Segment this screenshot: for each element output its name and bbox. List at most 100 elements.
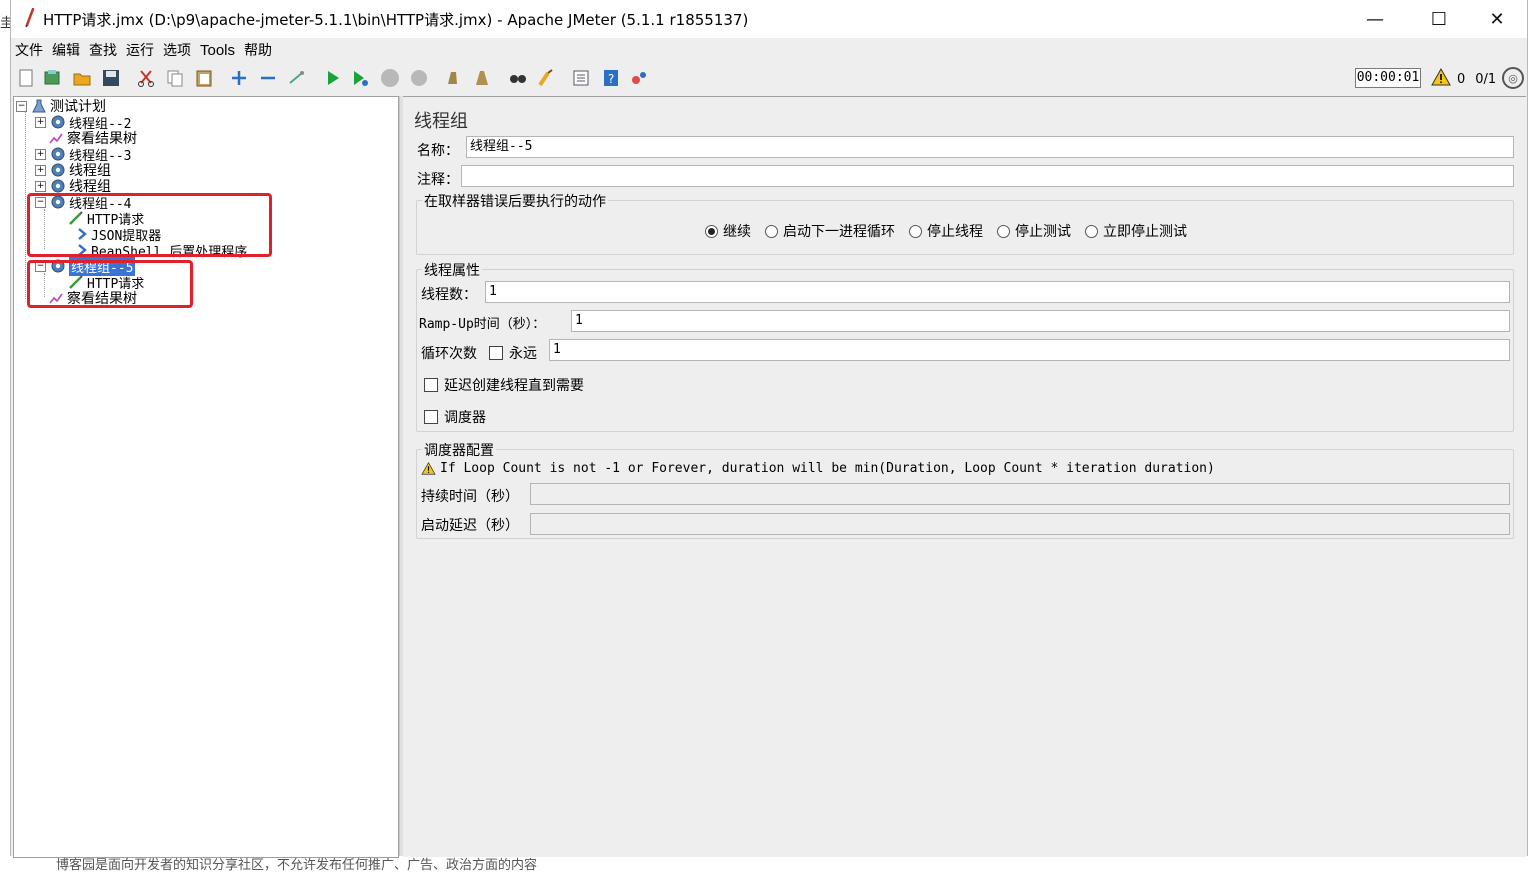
error-action-radios: 继续 启动下一进程循环 停止线程 停止测试 立即停止测试: [705, 221, 1201, 241]
delay-thread-creation-checkbox[interactable]: 延迟创建线程直到需要: [424, 375, 584, 395]
menu-file[interactable]: 文件: [11, 40, 47, 60]
copy-icon[interactable]: [164, 67, 186, 89]
status-area: 0 0/1: [1431, 67, 1497, 90]
minimize-button[interactable]: —: [1346, 0, 1404, 38]
radio-label: 停止线程: [927, 224, 983, 240]
radio-continue[interactable]: 继续: [705, 221, 751, 241]
radio-icon: [909, 224, 922, 238]
open-icon[interactable]: [71, 67, 93, 89]
menu-options[interactable]: 选项: [159, 40, 195, 60]
radio-label: 继续: [723, 224, 751, 240]
menu-bar: 文件 编辑 查找 运行 选项 Tools 帮助: [11, 38, 1527, 62]
threads-label: 线程数：: [421, 287, 477, 303]
window-title: HTTP请求.jmx (D:\p9\apache-jmeter-5.1.1\bi…: [43, 11, 749, 29]
checkbox-icon: [489, 346, 503, 360]
menu-run[interactable]: 运行: [122, 40, 158, 60]
menu-search[interactable]: 查找: [85, 40, 121, 60]
warning-count: 0: [1457, 71, 1466, 87]
radio-selected-icon: [705, 224, 718, 238]
thread-group-editor: 线程组 名称： 线程组--5 注释： 在取样器错误后要执行的动作 继续 启动下一…: [403, 96, 1526, 857]
radio-start-next-loop[interactable]: 启动下一进程循环: [765, 221, 895, 241]
startup-delay-label: 启动延迟（秒）: [421, 518, 519, 534]
remote-status-icon[interactable]: ◎: [1502, 67, 1524, 89]
listener-chart-icon: [48, 130, 64, 146]
comment-label: 注释：: [417, 172, 459, 188]
loop-count-field[interactable]: 1: [549, 339, 1510, 361]
templates-icon[interactable]: [41, 67, 63, 89]
threads-field[interactable]: 1: [485, 281, 1510, 303]
thread-properties-title: 线程属性: [422, 260, 482, 280]
error-action-title: 在取样器错误后要执行的动作: [422, 191, 608, 211]
duration-field[interactable]: [530, 483, 1510, 505]
menu-tools[interactable]: Tools: [196, 42, 239, 59]
duration-label: 持续时间（秒）: [421, 489, 519, 505]
cut-icon[interactable]: [135, 67, 157, 89]
close-button[interactable]: ✕: [1468, 0, 1526, 38]
search-icon[interactable]: [507, 67, 529, 89]
checkbox-label: 延迟创建线程直到需要: [444, 378, 584, 394]
checkbox-label: 永远: [509, 346, 537, 362]
thread-count: 0/1: [1475, 71, 1497, 87]
radio-label: 立即停止测试: [1103, 224, 1187, 240]
shutdown-icon[interactable]: [408, 67, 430, 89]
expand-toggle-icon[interactable]: +: [35, 116, 46, 128]
name-label: 名称：: [417, 143, 459, 159]
gear-icon: [50, 114, 66, 130]
scheduler-warning: If Loop Count is not -1 or Forever, dura…: [421, 461, 1215, 476]
maximize-button[interactable]: ☐: [1410, 0, 1468, 38]
clear-all-icon[interactable]: [471, 67, 493, 89]
expand-toggle-icon[interactable]: +: [35, 180, 46, 192]
page-title: 线程组: [414, 111, 468, 132]
radio-stop-test-now[interactable]: 立即停止测试: [1085, 221, 1187, 241]
gear-icon: [50, 178, 66, 194]
expand-toggle-icon[interactable]: +: [35, 164, 46, 176]
clear-icon[interactable]: [441, 67, 463, 89]
rampup-field[interactable]: 1: [571, 310, 1510, 332]
paste-icon[interactable]: [193, 67, 215, 89]
reset-search-icon[interactable]: [535, 67, 557, 89]
menu-edit[interactable]: 编辑: [48, 40, 84, 60]
start-icon[interactable]: [322, 67, 344, 89]
warning-icon[interactable]: [1431, 67, 1451, 90]
checkbox-label: 调度器: [444, 410, 486, 426]
title-bar: HTTP请求.jmx (D:\p9\apache-jmeter-5.1.1\bi…: [11, 0, 1527, 38]
toggle-icon[interactable]: [286, 67, 308, 89]
annotation-box: [27, 193, 272, 257]
test-plan-tree: − 测试计划 + 线程组--2 察看结果树 + 线程组--3 + 线程组 + 线…: [13, 96, 399, 858]
collapse-all-icon[interactable]: [257, 67, 279, 89]
gear-icon: [50, 146, 66, 162]
checkbox-icon: [424, 410, 438, 424]
name-field[interactable]: 线程组--5: [466, 136, 1514, 158]
scheduler-checkbox[interactable]: 调度器: [424, 407, 486, 427]
radio-stop-test[interactable]: 停止测试: [997, 221, 1071, 241]
radio-stop-thread[interactable]: 停止线程: [909, 221, 983, 241]
stop-icon[interactable]: [379, 67, 401, 89]
rampup-label: Ramp-Up时间（秒）：: [419, 317, 546, 332]
test-plan-icon: [31, 98, 47, 114]
startup-delay-field[interactable]: [530, 513, 1510, 535]
save-icon[interactable]: [100, 67, 122, 89]
radio-label: 停止测试: [1015, 224, 1071, 240]
new-icon[interactable]: [15, 67, 37, 89]
jmeter-window: HTTP请求.jmx (D:\p9\apache-jmeter-5.1.1\bi…: [10, 0, 1528, 858]
start-no-pause-icon[interactable]: [349, 67, 371, 89]
comment-field[interactable]: [461, 165, 1514, 187]
forever-checkbox[interactable]: 永远: [489, 343, 537, 363]
radio-icon: [997, 224, 1010, 238]
toolbar: ? 00:00:01 0 0/1 ◎: [11, 62, 1527, 94]
elapsed-timer: 00:00:01: [1355, 68, 1421, 88]
radio-icon: [765, 224, 778, 238]
loop-label: 循环次数: [421, 346, 477, 362]
gear-icon: [50, 162, 66, 178]
function-helper-icon[interactable]: [570, 67, 592, 89]
expand-toggle-icon[interactable]: +: [35, 148, 46, 160]
jmeter-feather-icon: [21, 7, 39, 28]
menu-help[interactable]: 帮助: [240, 40, 276, 60]
radio-label: 启动下一进程循环: [783, 224, 895, 240]
checkbox-icon: [424, 378, 438, 392]
expand-all-icon[interactable]: [228, 67, 250, 89]
remote-icon[interactable]: [628, 67, 650, 89]
help-icon[interactable]: ?: [600, 67, 622, 89]
collapse-toggle-icon[interactable]: −: [16, 100, 27, 112]
scheduler-warning-text: If Loop Count is not -1 or Forever, dura…: [440, 461, 1215, 476]
